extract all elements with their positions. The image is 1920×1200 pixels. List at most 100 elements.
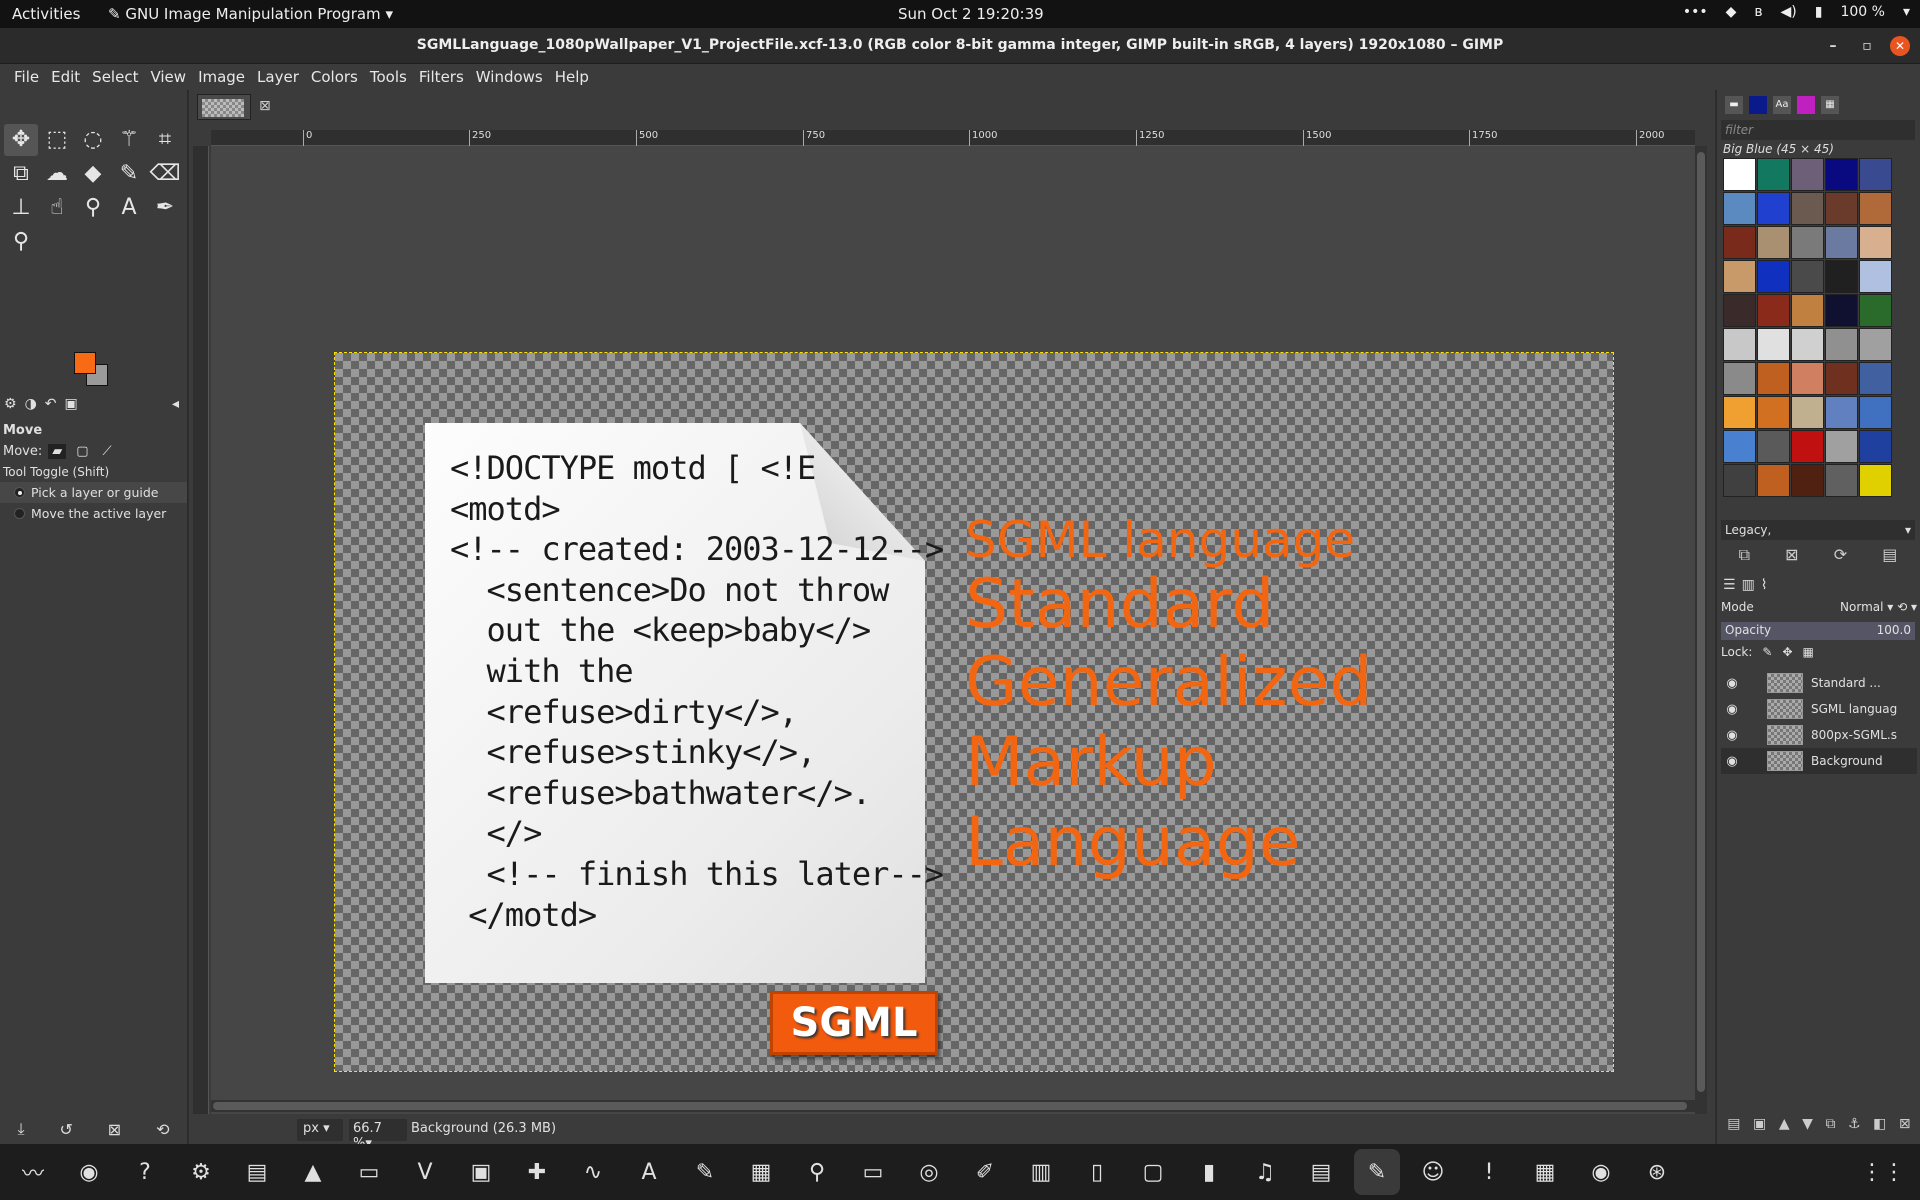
- foreground-color[interactable]: [74, 352, 96, 374]
- anchor-layer-icon[interactable]: ⚓: [1848, 1116, 1861, 1132]
- zoom-select[interactable]: 66.7 %▾: [349, 1119, 407, 1151]
- pattern-swatch[interactable]: [1791, 260, 1824, 293]
- lock-position-icon[interactable]: ✥: [1782, 645, 1792, 659]
- images-tab-icon[interactable]: ▣: [65, 396, 78, 418]
- minimize-button[interactable]: –: [1823, 36, 1843, 56]
- paintbrush-tool-icon[interactable]: ✎: [112, 158, 146, 190]
- refresh-patterns-icon[interactable]: ⟳: [1834, 545, 1847, 565]
- pattern-swatch[interactable]: [1825, 158, 1858, 191]
- transform-tool-icon[interactable]: ⧉: [4, 158, 38, 190]
- app-grid-icon[interactable]: ⋮⋮: [1860, 1149, 1906, 1195]
- move-selection-icon[interactable]: ▢: [72, 444, 92, 459]
- text-tool-icon[interactable]: A: [112, 192, 146, 224]
- eye-icon[interactable]: ◉: [1721, 676, 1743, 691]
- color-swatches[interactable]: [74, 352, 122, 396]
- pattern-filter-input[interactable]: filter: [1721, 120, 1915, 140]
- pattern-swatch[interactable]: [1757, 260, 1790, 293]
- alert-icon[interactable]: !: [1466, 1149, 1512, 1195]
- pattern-swatch[interactable]: [1825, 430, 1858, 463]
- help-icon[interactable]: ?: [122, 1149, 168, 1195]
- scroll-thumb[interactable]: [213, 1102, 1687, 1110]
- menu-edit[interactable]: Edit: [45, 64, 86, 90]
- system-monitor-icon[interactable]: 〰: [10, 1149, 56, 1195]
- radio-pick-layer[interactable]: Pick a layer or guide: [0, 482, 187, 503]
- terminal-icon[interactable]: ▭: [346, 1149, 392, 1195]
- color-picker-tool-icon[interactable]: ✒: [148, 192, 182, 224]
- pattern-swatch[interactable]: [1723, 192, 1756, 225]
- menu-help[interactable]: Help: [549, 64, 595, 90]
- duplicate-layer-icon[interactable]: ⧉: [1825, 1116, 1835, 1132]
- tool-options-tab-icon[interactable]: ⚙: [4, 396, 17, 418]
- pattern-swatch[interactable]: [1757, 328, 1790, 361]
- pattern-swatch[interactable]: [1859, 260, 1892, 293]
- unit-select[interactable]: px ▾: [297, 1119, 343, 1141]
- delete-options-icon[interactable]: ⊠: [108, 1120, 121, 1139]
- clock[interactable]: Sun Oct 2 19:20:39: [898, 5, 1044, 23]
- menu-colors[interactable]: Colors: [305, 64, 364, 90]
- text-editor-icon[interactable]: ✎: [682, 1149, 728, 1195]
- vim-icon[interactable]: V: [402, 1149, 448, 1195]
- zoom-tool-icon[interactable]: ⚲: [4, 226, 38, 258]
- pattern-swatch[interactable]: [1723, 328, 1756, 361]
- new-group-icon[interactable]: ▣: [1753, 1116, 1766, 1132]
- menu-filters[interactable]: Filters: [413, 64, 470, 90]
- pattern-swatch[interactable]: [1723, 294, 1756, 327]
- pattern-swatch[interactable]: [1859, 294, 1892, 327]
- pattern-swatch[interactable]: [1757, 396, 1790, 429]
- bookmark-icon[interactable]: ✐: [962, 1149, 1008, 1195]
- delete-pattern-icon[interactable]: ⊠: [1785, 545, 1798, 565]
- pattern-swatch[interactable]: [1825, 464, 1858, 497]
- game-icon[interactable]: ☺: [1410, 1149, 1456, 1195]
- scroll-thumb[interactable]: [1697, 152, 1705, 1092]
- pattern-swatch[interactable]: [1791, 396, 1824, 429]
- pattern-swatch[interactable]: [1825, 328, 1858, 361]
- menu-layer[interactable]: Layer: [251, 64, 305, 90]
- pattern-swatch[interactable]: [1757, 158, 1790, 191]
- delete-layer-icon[interactable]: ⊠: [1899, 1116, 1911, 1132]
- undo-history-tab-icon[interactable]: ↶: [45, 396, 57, 418]
- lasso-tool-icon[interactable]: ◌: [76, 124, 110, 156]
- close-window-button[interactable]: ✕: [1890, 36, 1910, 56]
- pattern-swatch[interactable]: [1757, 226, 1790, 259]
- settings-icon[interactable]: ⚙: [178, 1149, 224, 1195]
- pattern-swatch[interactable]: [1791, 192, 1824, 225]
- spreadsheet-icon[interactable]: ▦: [1522, 1149, 1568, 1195]
- image-tab[interactable]: [197, 94, 251, 120]
- pattern-swatch[interactable]: [1757, 192, 1790, 225]
- pattern-swatch[interactable]: [1791, 158, 1824, 191]
- menu-view[interactable]: View: [144, 64, 192, 90]
- pattern-swatch[interactable]: [1723, 430, 1756, 463]
- pattern-swatch[interactable]: [1825, 396, 1858, 429]
- raise-layer-icon[interactable]: ▲: [1779, 1116, 1790, 1132]
- eraser-tool-icon[interactable]: ⌫: [148, 158, 182, 190]
- lock-alpha-icon[interactable]: ▦: [1803, 645, 1814, 659]
- smudge-tool-icon[interactable]: ☝: [40, 192, 74, 224]
- power-menu-icon[interactable]: ▾: [1903, 4, 1910, 20]
- writer-icon[interactable]: ▤: [234, 1149, 280, 1195]
- pattern-swatch[interactable]: [1757, 362, 1790, 395]
- duplicate-pattern-icon[interactable]: ⧉: [1739, 545, 1750, 565]
- new-layer-icon[interactable]: ▤: [1727, 1116, 1740, 1132]
- opacity-slider[interactable]: Opacity 100.0: [1721, 622, 1915, 640]
- document-icon[interactable]: ▯: [1074, 1149, 1120, 1195]
- updater-icon[interactable]: ⊛: [1634, 1149, 1680, 1195]
- layer-row[interactable]: ◉ 800px-SGML.s: [1721, 722, 1917, 748]
- calculator-icon[interactable]: ▦: [738, 1149, 784, 1195]
- tab-menu-icon[interactable]: ◂: [172, 396, 179, 418]
- eye-icon[interactable]: ◉: [1721, 702, 1743, 717]
- camera-icon[interactable]: ◉: [1578, 1149, 1624, 1195]
- lower-layer-icon[interactable]: ▼: [1802, 1116, 1813, 1132]
- vertical-scrollbar[interactable]: [1695, 146, 1707, 1114]
- screenshot-icon[interactable]: ⚲: [794, 1149, 840, 1195]
- palettes-tab-icon[interactable]: ▦: [1821, 96, 1839, 114]
- menu-tools[interactable]: Tools: [364, 64, 413, 90]
- fuzzy-select-tool-icon[interactable]: ⚚: [112, 124, 146, 156]
- vertical-ruler[interactable]: [193, 146, 209, 1114]
- canvas[interactable]: <!DOCTYPE motd [ <!E <motd> <!-- created: …: [211, 146, 1695, 1114]
- pattern-swatch[interactable]: [1791, 294, 1824, 327]
- doc-viewer-icon[interactable]: ▥: [1018, 1149, 1064, 1195]
- menu-windows[interactable]: Windows: [470, 64, 549, 90]
- more-icon[interactable]: •••: [1683, 4, 1708, 20]
- mask-icon[interactable]: ◧: [1873, 1116, 1886, 1132]
- bucket-fill-tool-icon[interactable]: ◆: [76, 158, 110, 190]
